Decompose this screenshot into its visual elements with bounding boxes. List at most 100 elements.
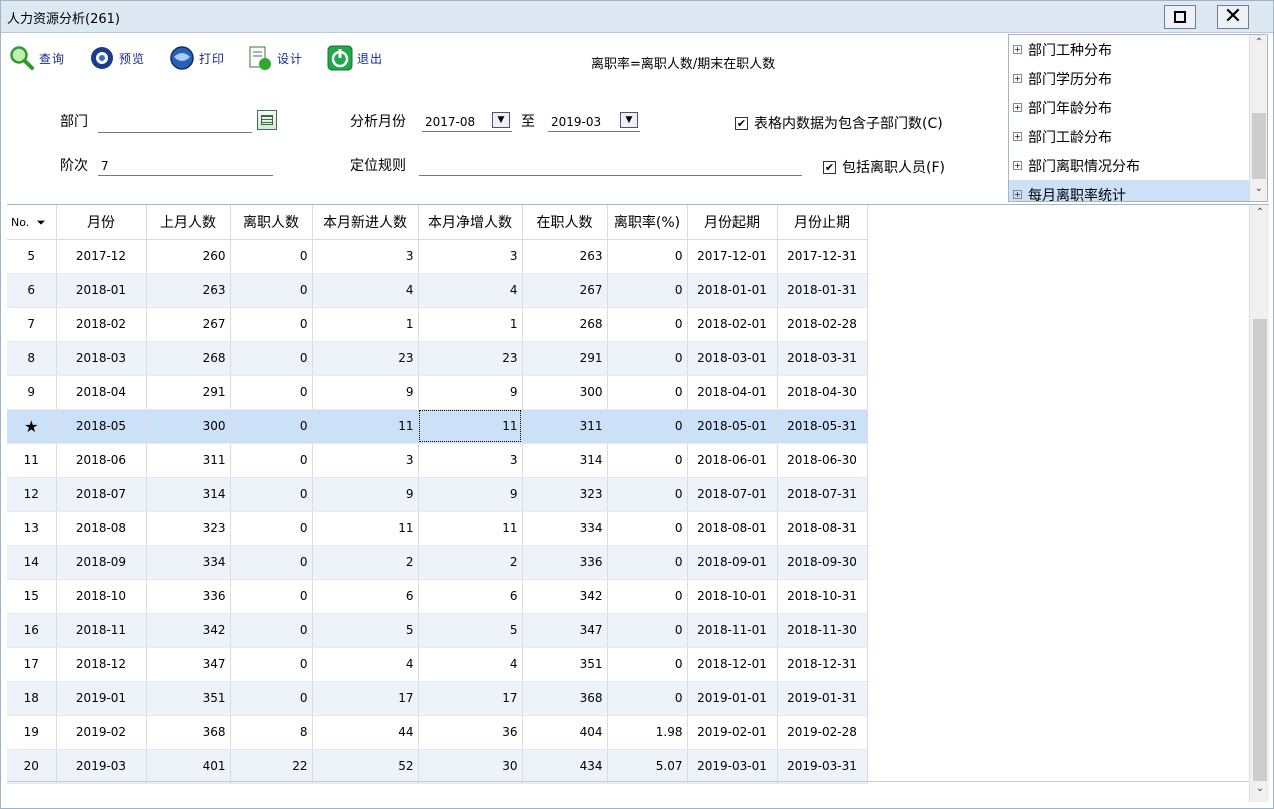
table-row[interactable]: ★ 2018-05 300 0 11 11 311 0 2018-05-01 2018-05-31 (7, 409, 868, 444)
table-row[interactable]: 8 2018-03 268 0 23 23 291 0 2018-03-01 2018-03-31 (7, 341, 868, 376)
table-cell[interactable]: 0 (230, 477, 313, 512)
table-cell[interactable]: 7 (7, 307, 57, 342)
table-row[interactable]: 17 2018-12 347 0 4 4 351 0 2018-12-01 2018-12-31 (7, 647, 868, 682)
table-cell[interactable]: 268 (522, 307, 608, 342)
table-row[interactable]: 6 2018-01 263 0 4 4 267 0 2018-01-01 2018-01-31 (7, 273, 868, 308)
month-to-dropdown[interactable]: ▼ (620, 112, 638, 128)
table-cell[interactable]: 36 (418, 715, 523, 750)
table-cell[interactable]: 2018-06-30 (777, 443, 868, 478)
column-header[interactable]: 本月新进人数 (312, 205, 419, 240)
table-cell[interactable]: 314 (146, 477, 231, 512)
table-cell[interactable]: 2018-02 (56, 307, 147, 342)
expand-icon[interactable]: + (1013, 45, 1022, 54)
table-cell[interactable]: 2017-12 (56, 239, 147, 274)
column-header[interactable]: 上月人数 (146, 205, 231, 240)
table-cell[interactable]: 0 (230, 647, 313, 682)
table-cell[interactable]: 404 (522, 715, 608, 750)
table-cell[interactable]: 11 (312, 511, 419, 546)
expand-icon[interactable]: + (1013, 103, 1022, 112)
grid-scroll-thumb[interactable] (1253, 319, 1267, 781)
column-header[interactable]: 月份止期 (777, 205, 868, 240)
table-cell[interactable]: 323 (522, 477, 608, 512)
table-cell[interactable]: 0 (607, 477, 688, 512)
close-button[interactable]: ✕ (1217, 5, 1249, 29)
table-cell[interactable]: 2 (418, 545, 523, 580)
table-row[interactable]: 11 2018-06 311 0 3 3 314 0 2018-06-01 2018-06-30 (7, 443, 868, 478)
table-cell[interactable]: 2018-04-30 (777, 375, 868, 410)
table-cell[interactable]: 2018-07 (56, 477, 147, 512)
table-cell[interactable]: 263 (522, 239, 608, 274)
filter-icon[interactable]: ⏷ (33, 216, 46, 229)
expand-icon[interactable]: + (1013, 161, 1022, 170)
table-cell[interactable]: 2018-07-01 (687, 477, 778, 512)
month-from-dropdown[interactable]: ▼ (492, 112, 510, 128)
table-cell[interactable]: 291 (522, 341, 608, 376)
table-cell[interactable]: 263 (146, 273, 231, 308)
grid-scrollbar[interactable]: ⌃ ⌄ (1249, 205, 1269, 802)
table-cell[interactable]: 347 (146, 647, 231, 682)
tree-item[interactable]: + 部门工种分布 (1009, 35, 1249, 64)
table-cell[interactable]: 5 (312, 613, 419, 648)
table-cell[interactable]: 300 (522, 375, 608, 410)
column-header[interactable]: 本月净增人数 (418, 205, 523, 240)
table-cell[interactable]: 0 (607, 307, 688, 342)
table-cell[interactable]: 2018-01 (56, 273, 147, 308)
expand-icon[interactable]: + (1013, 190, 1022, 199)
preview-button[interactable]: 预览 (89, 41, 145, 75)
table-cell[interactable]: 5.07 (607, 749, 688, 784)
table-cell[interactable]: 2018-06-01 (687, 443, 778, 478)
table-cell[interactable]: 347 (522, 613, 608, 648)
table-cell[interactable]: 2018-12-01 (687, 647, 778, 682)
table-cell[interactable]: 15 (7, 579, 57, 614)
table-cell[interactable]: 0 (607, 239, 688, 274)
table-row[interactable]: 12 2018-07 314 0 9 9 323 0 2018-07-01 2018-07-31 (7, 477, 868, 512)
table-cell[interactable]: 291 (146, 375, 231, 410)
table-cell[interactable]: 336 (146, 579, 231, 614)
table-cell[interactable]: 2017-12-31 (777, 239, 868, 274)
tree-item[interactable]: + 部门学历分布 (1009, 64, 1249, 93)
include-sub-checkbox[interactable]: ✔ (735, 117, 748, 130)
table-cell[interactable]: 2018-05-01 (687, 409, 778, 444)
scroll-down-icon[interactable]: ⌄ (1250, 183, 1267, 199)
table-row[interactable]: 14 2018-09 334 0 2 2 336 0 2018-09-01 2018-09-30 (7, 545, 868, 580)
query-button[interactable]: 查询 (9, 41, 65, 75)
table-cell[interactable]: 267 (146, 307, 231, 342)
table-cell[interactable]: 2018-06 (56, 443, 147, 478)
table-cell[interactable]: 2019-02-28 (777, 715, 868, 750)
scroll-down-icon[interactable]: ⌄ (1250, 783, 1269, 799)
tree-scrollbar[interactable]: ⌃ ⌄ (1249, 35, 1267, 201)
table-cell[interactable]: 0 (230, 341, 313, 376)
column-header[interactable]: 在职人数 (522, 205, 608, 240)
table-cell[interactable]: 9 (312, 477, 419, 512)
table-cell[interactable]: 351 (146, 681, 231, 716)
table-cell[interactable]: 1 (418, 307, 523, 342)
scroll-up-icon[interactable]: ⌃ (1250, 37, 1267, 53)
table-cell[interactable]: 2018-10-01 (687, 579, 778, 614)
maximize-button[interactable] (1164, 5, 1196, 29)
table-cell[interactable]: 0 (230, 307, 313, 342)
table-cell[interactable]: 0 (230, 613, 313, 648)
table-cell[interactable]: 5 (7, 239, 57, 274)
table-cell[interactable]: 0 (230, 681, 313, 716)
table-cell[interactable]: 2018-01-01 (687, 273, 778, 308)
table-cell[interactable]: 1.98 (607, 715, 688, 750)
column-header[interactable]: 月份 (56, 205, 147, 240)
table-cell[interactable]: 6 (7, 273, 57, 308)
table-cell[interactable]: 2 (312, 545, 419, 580)
table-cell[interactable]: 2019-02 (56, 715, 147, 750)
table-row[interactable]: 15 2018-10 336 0 6 6 342 0 2018-10-01 2018-10-31 (7, 579, 868, 614)
table-cell[interactable]: 30 (418, 749, 523, 784)
table-cell[interactable]: 2018-09 (56, 545, 147, 580)
table-cell[interactable]: 11 (418, 511, 523, 546)
column-header[interactable]: 离职率(%) (607, 205, 688, 240)
table-cell[interactable]: 2018-01-31 (777, 273, 868, 308)
table-cell[interactable]: 8 (7, 341, 57, 376)
table-cell[interactable]: 0 (607, 443, 688, 478)
table-cell[interactable]: 2019-01-31 (777, 681, 868, 716)
expand-icon[interactable]: + (1013, 132, 1022, 141)
table-cell[interactable]: 5 (418, 613, 523, 648)
table-cell[interactable]: 9 (312, 375, 419, 410)
table-cell[interactable]: 44 (312, 715, 419, 750)
table-cell[interactable]: 13 (7, 511, 57, 546)
table-cell[interactable]: 2018-03-31 (777, 341, 868, 376)
